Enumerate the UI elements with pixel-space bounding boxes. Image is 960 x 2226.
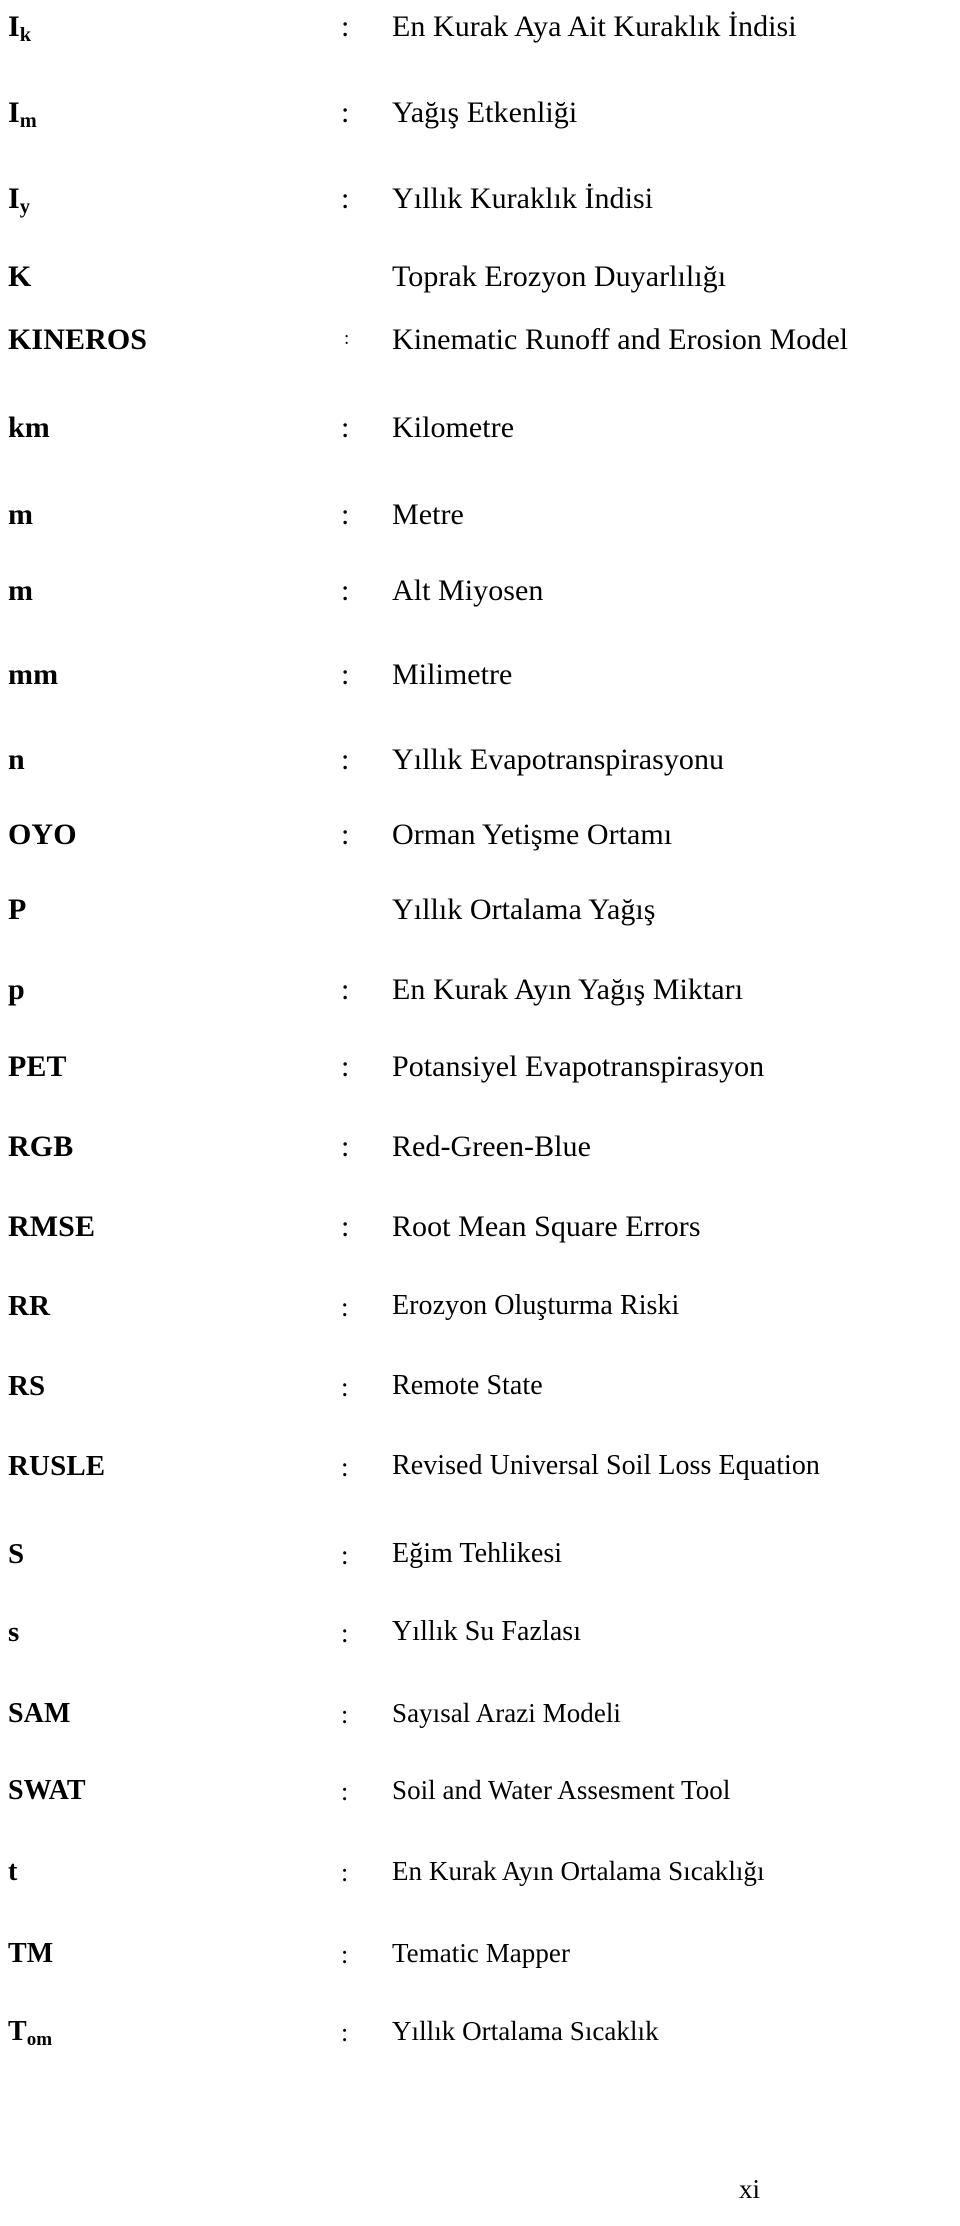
definition-text: Tematic Mapper: [392, 1938, 570, 1968]
colon-separator: :: [341, 818, 350, 851]
symbol-label: s: [8, 1616, 20, 1648]
definition-text: Yağış Etkenliği: [392, 96, 578, 129]
colon-separator: :: [341, 574, 350, 607]
colon-separator: :: [341, 1618, 349, 1648]
colon-separator: :: [341, 1777, 349, 1806]
symbol-label: Iy: [8, 182, 30, 219]
colon-separator: :: [341, 182, 350, 215]
definition-text: Soil and Water Assesment Tool: [392, 1775, 731, 1805]
symbol-label: p: [8, 973, 25, 1006]
colon-separator: :: [341, 658, 350, 691]
colon-separator: :: [341, 1372, 349, 1402]
definition-text: Remote State: [392, 1370, 543, 1401]
colon-separator: :: [341, 1858, 349, 1887]
symbol-label: RS: [8, 1370, 46, 1402]
symbol-label: n: [8, 743, 25, 776]
colon-separator: :: [341, 498, 350, 531]
symbol-label: mm: [8, 658, 59, 691]
symbol-label: K: [8, 260, 32, 293]
definition-text: Kilometre: [392, 411, 515, 444]
colon-separator: :: [341, 1540, 349, 1570]
symbol-label: km: [8, 411, 50, 444]
symbol-label: RUSLE: [8, 1450, 106, 1482]
definition-text: Alt Miyosen: [392, 574, 544, 607]
symbol-label: KINEROS: [8, 323, 148, 356]
colon-separator: :: [341, 1130, 350, 1163]
symbol-label: m: [8, 574, 34, 607]
colon-separator: :: [341, 743, 350, 776]
definition-text: En Kurak Aya Ait Kuraklık İndisi: [392, 10, 797, 43]
definition-text: Kinematic Runoff and Erosion Model: [392, 323, 849, 356]
symbol-label: P: [8, 893, 27, 926]
definition-text: Milimetre: [392, 658, 513, 691]
colon-separator: :: [341, 1700, 349, 1729]
symbol-label: SWAT: [8, 1775, 86, 1806]
symbol-label: PET: [8, 1050, 67, 1083]
symbol-label: t: [8, 1856, 18, 1887]
colon-separator: :: [341, 2018, 349, 2047]
definition-text: Erozyon Oluşturma Riski: [392, 1290, 680, 1321]
symbol-label: Im: [8, 96, 37, 133]
colon-separator: :: [341, 10, 350, 43]
definition-text: Yıllık Su Fazlası: [392, 1616, 582, 1647]
colon-separator: :: [341, 411, 350, 444]
definition-text: Red-Green-Blue: [392, 1130, 591, 1163]
symbol-label: RR: [8, 1290, 51, 1322]
definition-text: Yıllık Kuraklık İndisi: [392, 182, 654, 215]
symbol-label: RGB: [8, 1130, 74, 1163]
colon-separator: :: [341, 1452, 349, 1482]
colon-separator: :: [344, 328, 350, 349]
definition-text: Sayısal Arazi Modeli: [392, 1698, 621, 1728]
symbol-label: TM: [8, 1938, 54, 1969]
symbol-label: S: [8, 1538, 25, 1570]
page-number: xi: [738, 2174, 760, 2204]
colon-separator: :: [341, 973, 350, 1006]
colon-separator: :: [341, 1292, 349, 1322]
symbol-label: OYO: [8, 818, 77, 851]
colon-separator: :: [341, 1050, 350, 1083]
colon-separator: :: [341, 96, 350, 129]
colon-separator: :: [341, 1940, 349, 1969]
definition-text: En Kurak Ayın Yağış Miktarı: [392, 973, 744, 1006]
colon-separator: :: [341, 1210, 350, 1243]
definition-text: En Kurak Ayın Ortalama Sıcaklığı: [392, 1856, 765, 1886]
symbol-label: RMSE: [8, 1210, 96, 1243]
definition-text: Revised Universal Soil Loss Equation: [392, 1450, 820, 1481]
definition-text: Potansiyel Evapotranspirasyon: [392, 1050, 765, 1083]
definition-text: Toprak Erozyon Duyarlılığı: [392, 260, 727, 293]
symbol-label: Tom: [8, 2016, 53, 2050]
definition-text: Yıllık Evapotranspirasyonu: [392, 743, 725, 776]
document-page: Ik : En Kurak Aya Ait Kuraklık İndisi Im…: [0, 0, 960, 2226]
definition-text: Yıllık Ortalama Sıcaklık: [392, 2016, 659, 2046]
symbol-label: SAM: [8, 1698, 71, 1729]
definition-text: Root Mean Square Errors: [392, 1210, 701, 1243]
definition-text: Yıllık Ortalama Yağış: [392, 893, 656, 926]
definition-text: Orman Yetişme Ortamı: [392, 818, 673, 851]
definition-text: Metre: [392, 498, 464, 531]
symbol-label: Ik: [8, 10, 32, 47]
symbol-label: m: [8, 498, 34, 531]
definition-text: Eğim Tehlikesi: [392, 1538, 563, 1569]
